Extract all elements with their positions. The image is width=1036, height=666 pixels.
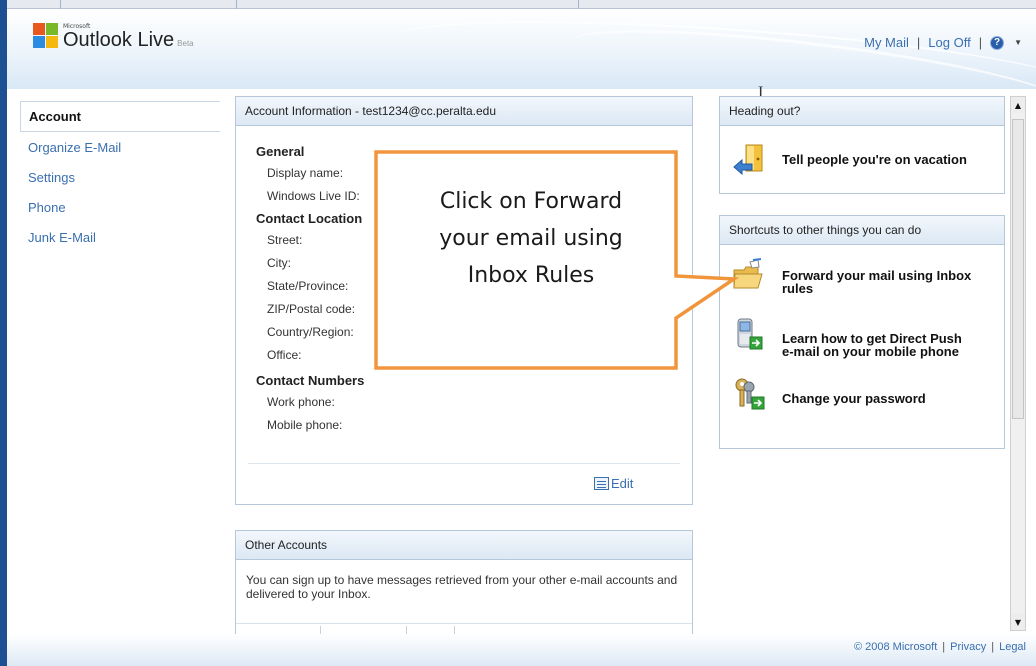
nav-item-account[interactable]: Account: [20, 101, 220, 132]
tab-divider: [236, 0, 237, 9]
nav-item-label: Settings: [28, 169, 75, 185]
heading-out-title: Heading out?: [720, 97, 1004, 126]
forward-mail-inbox-rules-link[interactable]: Forward your mail using Inbox rules: [732, 258, 971, 295]
help-icon[interactable]: ?: [990, 35, 1005, 50]
account-nav: Account Organize E-Mail Settings Phone J…: [20, 101, 220, 641]
nav-item-phone[interactable]: Phone: [20, 192, 220, 222]
shortcuts-panel: Shortcuts to other things you can do For…: [719, 215, 1005, 449]
vertical-scrollbar[interactable]: ▲ ▼: [1010, 96, 1026, 631]
top-links: My Mail | Log Off | ? ▼: [864, 35, 1022, 50]
shortcuts-title: Shortcuts to other things you can do: [720, 216, 1004, 245]
logo-beta-label: Beta: [177, 39, 194, 48]
keys-icon: [732, 377, 766, 411]
logo-title: Outlook Live: [63, 29, 175, 51]
legal-link[interactable]: Legal: [999, 641, 1026, 653]
other-accounts-panel: Other Accounts You can sign up to have m…: [235, 530, 693, 638]
nav-item-label: Junk E-Mail: [28, 229, 96, 245]
nav-item-label: Phone: [28, 199, 66, 215]
browser-top-strip: [0, 0, 1036, 9]
direct-push-link[interactable]: Learn how to get Direct Push e-mail on y…: [732, 318, 962, 358]
edit-icon: [594, 477, 609, 490]
callout-line: Click on Forward: [439, 189, 623, 214]
mobile-phone-icon: [732, 318, 766, 352]
nav-item-organize-email[interactable]: Organize E-Mail: [20, 132, 220, 162]
account-information-panel: Account Information - test1234@cc.peralt…: [235, 96, 693, 505]
nav-item-label: Organize E-Mail: [28, 139, 122, 155]
callout-text: Click on Forward your email using Inbox …: [388, 183, 674, 294]
tab-divider: [578, 0, 579, 9]
callout-line: Inbox Rules: [467, 263, 595, 288]
footer: © 2008 Microsoft | Privacy | Legal: [854, 641, 1026, 653]
section-title-contact-numbers: Contact Numbers: [256, 373, 365, 388]
field-label: Country/Region:: [267, 325, 354, 339]
window-frame-left: [0, 0, 7, 666]
heading-out-panel: Heading out? Tell people you're on vacat…: [719, 96, 1005, 194]
edit-label: Edit: [611, 476, 634, 491]
outlook-live-logo[interactable]: Microsoft Outlook Live Beta: [33, 23, 194, 54]
change-password-link[interactable]: Change your password: [732, 377, 926, 411]
other-accounts-description: You can sign up to have messages retriev…: [246, 573, 678, 601]
log-off-link[interactable]: Log Off: [928, 35, 970, 50]
link-separator: |: [916, 35, 921, 50]
vacation-link-label: Tell people you're on vacation: [782, 152, 967, 167]
app-header: Microsoft Outlook Live Beta My Mail | Log…: [7, 9, 1036, 89]
link-separator: |: [978, 35, 983, 50]
field-label: Mobile phone:: [267, 418, 343, 432]
folder-forward-icon: [732, 258, 766, 292]
vacation-link[interactable]: Tell people you're on vacation: [732, 143, 967, 177]
privacy-link[interactable]: Privacy: [950, 641, 986, 653]
change-password-link-label: Change your password: [782, 391, 926, 406]
copyright-text: © 2008 Microsoft: [853, 641, 938, 653]
forward-mail-link-line2: rules: [782, 281, 814, 296]
office-logo-icon: [33, 23, 59, 49]
field-label: Work phone:: [267, 395, 335, 409]
scroll-down-icon[interactable]: ▼: [1011, 614, 1025, 630]
nav-item-junk-email[interactable]: Junk E-Mail: [20, 222, 220, 252]
direct-push-link-line2: e-mail on your mobile phone: [782, 344, 959, 359]
nav-item-label: Account: [29, 109, 81, 124]
account-panel-title: Account Information - test1234@cc.peralt…: [236, 97, 692, 126]
tab-divider: [60, 0, 61, 9]
nav-item-settings[interactable]: Settings: [20, 162, 220, 192]
my-mail-link[interactable]: My Mail: [864, 35, 909, 50]
scroll-up-icon[interactable]: ▲: [1011, 97, 1025, 113]
scrollbar-thumb[interactable]: [1012, 119, 1024, 419]
other-accounts-title: Other Accounts: [236, 531, 692, 560]
field-label: ZIP/Postal code:: [267, 302, 356, 316]
callout-line: your email using: [439, 226, 623, 251]
field-label: Office:: [267, 348, 302, 362]
section-title-general: General: [256, 144, 305, 159]
vacation-door-icon: [732, 143, 766, 177]
footer-separator: |: [942, 641, 946, 653]
edit-button[interactable]: Edit: [594, 476, 633, 491]
footer-separator: |: [991, 641, 995, 653]
divider: [248, 463, 680, 464]
chevron-down-icon[interactable]: ▼: [1014, 38, 1022, 47]
